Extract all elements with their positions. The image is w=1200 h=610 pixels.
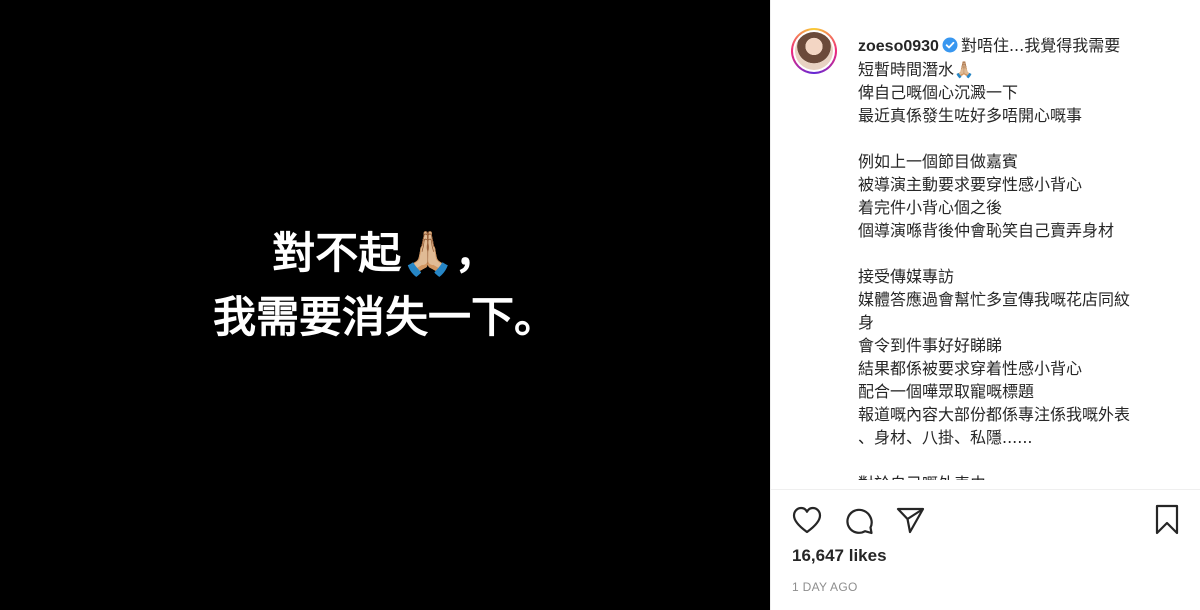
verified-badge-icon <box>942 37 958 53</box>
username-link[interactable]: zoeso0930 <box>858 38 939 55</box>
media-text: 對不起🙏🏼， 我需要消失一下。 <box>0 222 770 350</box>
caption-line: 報道嘅內容大部份都係專注係我嘅外表 <box>858 405 1131 424</box>
caption-line: 最近真係發生咗好多唔開心嘅事 <box>858 106 1083 125</box>
caption-line: 例如上一個節目做嘉賓 <box>858 152 1019 171</box>
caption-line: 接受傳媒專訪 <box>858 267 955 286</box>
caption-line: 俾自己嘅個心沉澱一下 <box>858 83 1019 102</box>
post-media[interactable]: 對不起🙏🏼， 我需要消失一下。 <box>0 0 770 610</box>
caption-line: 配合一個嘩眾取寵嘅標題 <box>858 382 1035 401</box>
media-line-1: 對不起🙏🏼， <box>272 229 498 279</box>
paper-plane-icon <box>896 507 925 534</box>
caption-line <box>858 127 1176 150</box>
share-button[interactable] <box>893 503 927 537</box>
media-line-2: 我需要消失一下。 <box>213 293 557 343</box>
comment-button[interactable] <box>842 503 876 537</box>
save-button[interactable] <box>1150 503 1184 537</box>
caption-line: 對於自己嘅外表由 <box>858 472 1176 480</box>
avatar[interactable] <box>791 28 837 74</box>
caption-line: 結果都係被要求穿着性感小背心 <box>858 359 1083 378</box>
avatar-image <box>795 32 833 70</box>
like-button[interactable] <box>790 503 824 537</box>
caption-line: 媒體答應過會幫忙多宣傳我嘅花店同紋 <box>858 290 1131 309</box>
caption-line: 身 <box>858 313 875 332</box>
caption-first-line: 對唔住...我覺得我需要 <box>960 36 1121 55</box>
post-sidebar: zoeso0930 對唔住...我覺得我需要 短暫時間潛水🙏🏼 俾自己嘅個心沉澱… <box>770 0 1200 610</box>
caption-line: 着完件小背心個之後 <box>858 198 1003 217</box>
heart-icon <box>792 506 822 534</box>
caption-line: 被導演主動要求要穿性感小背心 <box>858 175 1083 194</box>
caption-line: 短暫時間潛水🙏🏼 <box>858 60 974 79</box>
comment-icon <box>846 508 873 535</box>
likes-count[interactable]: 16,647 likes <box>792 546 887 566</box>
caption-line <box>858 242 1176 265</box>
caption: zoeso0930 對唔住...我覺得我需要 短暫時間潛水🙏🏼 俾自己嘅個心沉澱… <box>858 34 1176 480</box>
post-timestamp[interactable]: 1 DAY AGO <box>792 580 858 594</box>
caption-line: 、身材、八掛、私隱...... <box>858 428 1033 447</box>
caption-line <box>858 449 1176 472</box>
actions-divider <box>771 489 1200 490</box>
caption-line: 會令到件事好好睇睇 <box>858 336 1003 355</box>
bookmark-icon <box>1155 504 1179 535</box>
caption-line: 個導演喺背後仲會恥笑自己賣弄身材 <box>858 221 1115 240</box>
